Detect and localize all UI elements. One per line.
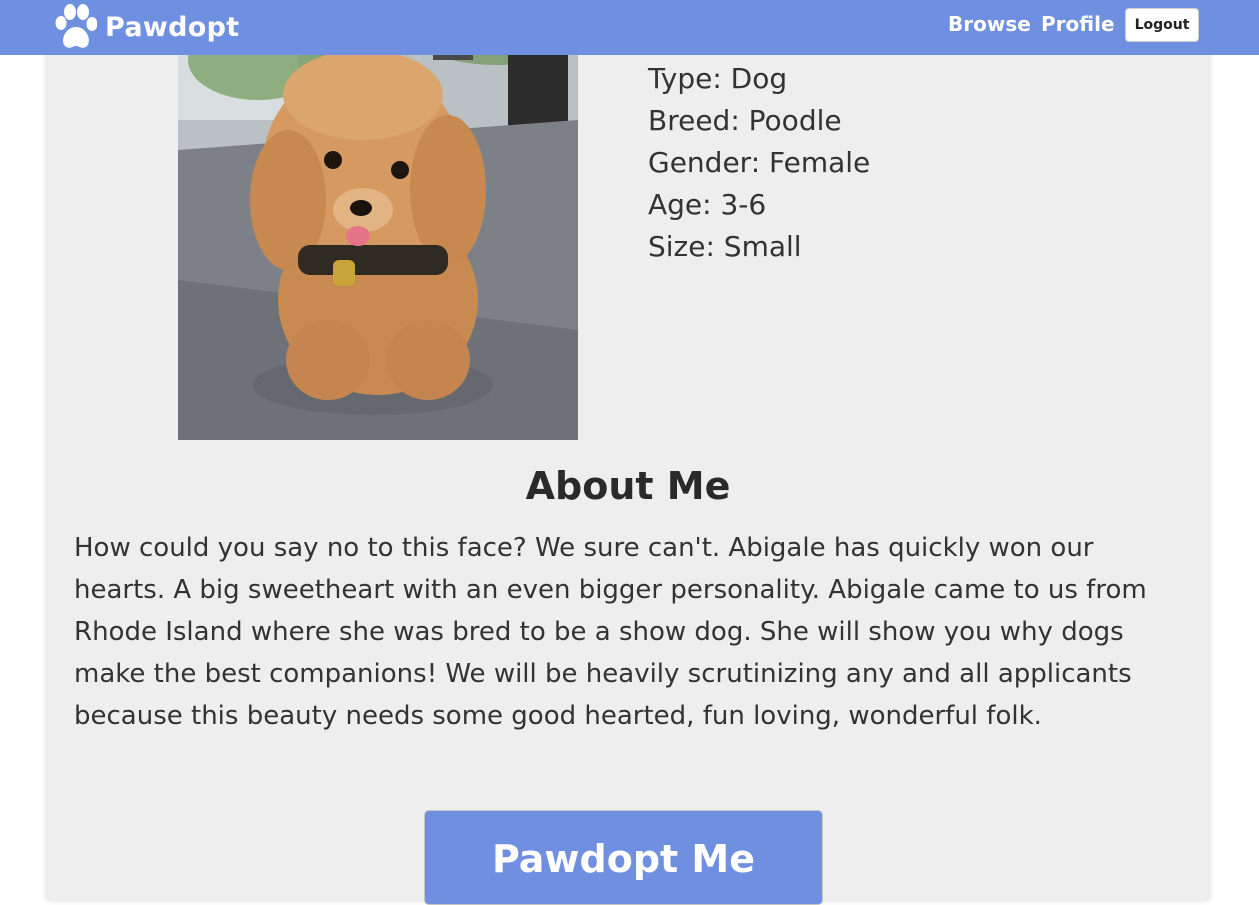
pet-type: Type: Dog	[648, 62, 788, 95]
pet-gender: Gender: Female	[648, 146, 871, 179]
pet-size: Size: Small	[648, 230, 802, 263]
logout-button[interactable]: Logout	[1125, 8, 1199, 42]
nav-browse-link[interactable]: Browse	[948, 12, 1031, 36]
navbar: Pawdopt Browse Profile Logout	[0, 0, 1259, 55]
pet-breed: Breed: Poodle	[648, 104, 842, 137]
pet-photo	[178, 0, 578, 440]
about-text: How could you say no to this face? We su…	[74, 533, 1147, 731]
pet-details: Type: Dog Breed: Poodle Gender: Female A…	[648, 58, 870, 268]
pawdopt-me-button[interactable]: Pawdopt Me	[424, 810, 823, 905]
pet-age: Age: 3-6	[648, 188, 767, 221]
nav-profile-link[interactable]: Profile	[1041, 12, 1115, 36]
about-title: About Me	[525, 464, 731, 508]
paw-icon	[55, 4, 97, 48]
brand-name: Pawdopt	[105, 11, 240, 43]
brand-logo[interactable]: Pawdopt	[53, 2, 239, 52]
